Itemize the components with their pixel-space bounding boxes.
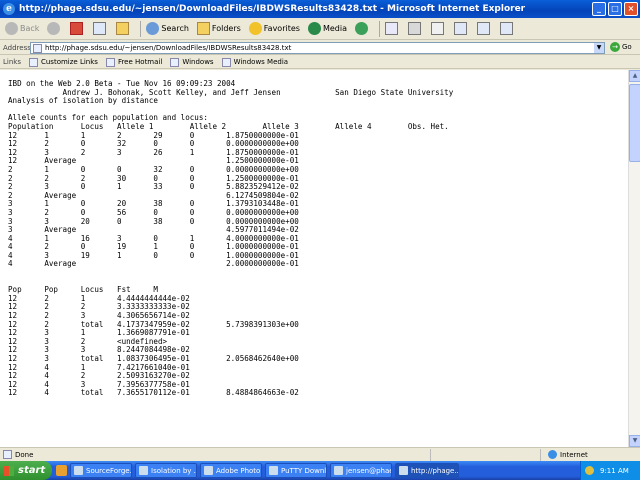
quick-launch-icon[interactable]: [56, 465, 67, 476]
window-icon: [269, 466, 278, 475]
task-sourceforge[interactable]: SourceForge...: [70, 463, 132, 478]
windows-flag-icon: [4, 465, 14, 476]
window-icon: [74, 466, 83, 475]
window-icon: [204, 466, 213, 475]
task-jensen-terminal[interactable]: jensen@phae...: [330, 463, 392, 478]
window-title: http://phage.sdsu.edu/~jensen/DownloadFi…: [19, 4, 526, 14]
folders-button[interactable]: Folders: [195, 20, 243, 38]
task-isolation[interactable]: Isolation by ...: [135, 463, 197, 478]
discuss-icon: [453, 22, 467, 35]
media-button[interactable]: Media: [306, 20, 349, 38]
address-input[interactable]: http://phage.sdsu.edu/~jensen/DownloadFi…: [30, 42, 605, 54]
text-line: 4 Average 2.0000000000e-01: [8, 259, 299, 269]
home-icon: [116, 22, 130, 35]
address-bar: Address http://phage.sdsu.edu/~jensen/Do…: [0, 41, 640, 55]
quick-launch: [56, 465, 67, 476]
status-divider: [430, 449, 431, 461]
text-line: 12 4 total 7.3655170112e-01 8.4884864663…: [8, 388, 299, 398]
task-putty-download[interactable]: PuTTY Downl...: [265, 463, 327, 478]
system-tray: 9:11 AM: [580, 461, 640, 480]
history-icon: [354, 22, 368, 35]
chevron-down-icon[interactable]: ▼: [594, 43, 604, 53]
link-windows-media[interactable]: Windows Media: [221, 57, 288, 67]
stop-icon: [70, 22, 84, 35]
print-button[interactable]: [406, 20, 425, 38]
history-button[interactable]: [353, 20, 372, 38]
tray-icon[interactable]: [585, 466, 594, 475]
links-label: Links: [3, 58, 21, 66]
page-icon: [105, 57, 115, 67]
status-text: Done: [15, 450, 34, 459]
maximize-button[interactable]: □: [608, 2, 622, 16]
scroll-up-icon[interactable]: ▲: [629, 70, 640, 82]
minimize-button[interactable]: _: [592, 2, 606, 16]
page-icon: [3, 450, 12, 459]
clock: 9:11 AM: [600, 466, 629, 475]
toolbar: Back Search Folders Favorites Media: [0, 18, 640, 40]
address-url: http://phage.sdsu.edu/~jensen/DownloadFi…: [45, 44, 292, 52]
messenger-icon: [476, 22, 490, 35]
page-icon: [170, 57, 180, 67]
text-line: Analysis of isolation by distance: [8, 96, 158, 106]
discuss-button[interactable]: [452, 20, 471, 38]
forward-arrow-icon: [47, 22, 61, 35]
results-text: IBD on the Web 2.0 Beta - Tue Nov 16 09:…: [0, 70, 628, 398]
research-icon: [499, 22, 513, 35]
close-button[interactable]: ×: [624, 2, 638, 16]
page-content[interactable]: IBD on the Web 2.0 Beta - Tue Nov 16 09:…: [0, 70, 628, 447]
search-icon: [146, 22, 160, 35]
scroll-down-icon[interactable]: ▼: [629, 435, 640, 447]
security-zone: Internet: [548, 450, 588, 459]
task-ie-phage[interactable]: http://phage....: [395, 463, 459, 478]
mail-button[interactable]: [383, 20, 402, 38]
task-adobe-photoshop[interactable]: Adobe Photo...: [200, 463, 262, 478]
toolbar-divider: [140, 20, 142, 37]
favorites-button[interactable]: Favorites: [247, 20, 302, 38]
refresh-button[interactable]: [91, 20, 110, 38]
folder-icon: [196, 22, 210, 35]
toolbar-divider: [378, 20, 380, 37]
go-button[interactable]: → Go: [610, 42, 632, 52]
go-arrow-icon: →: [610, 42, 620, 52]
link-customize-links[interactable]: Customize Links: [28, 57, 98, 67]
research-button[interactable]: [498, 20, 517, 38]
search-button[interactable]: Search: [144, 20, 190, 38]
page-icon: [28, 57, 38, 67]
vertical-scrollbar[interactable]: ▲ ▼: [628, 70, 640, 447]
edit-icon: [430, 22, 444, 35]
back-button[interactable]: Back: [3, 20, 41, 38]
window-icon: [399, 466, 408, 475]
scroll-thumb[interactable]: [629, 84, 640, 162]
refresh-icon: [93, 22, 107, 35]
title-bar[interactable]: e http://phage.sdsu.edu/~jensen/Download…: [0, 0, 640, 18]
star-icon: [248, 22, 262, 35]
taskbar: start SourceForge... Isolation by ... Ad…: [0, 461, 640, 480]
back-arrow-icon: [5, 22, 18, 35]
printer-icon: [407, 22, 421, 35]
page-icon: [33, 43, 42, 53]
globe-icon: [548, 450, 557, 459]
link-windows[interactable]: Windows: [170, 57, 214, 67]
forward-button[interactable]: [45, 20, 64, 38]
status-divider: [540, 449, 541, 461]
home-button[interactable]: [114, 20, 133, 38]
stop-button[interactable]: [68, 20, 87, 38]
status-bar: Done Internet: [0, 447, 640, 461]
edit-button[interactable]: [429, 20, 448, 38]
link-free-hotmail[interactable]: Free Hotmail: [105, 57, 162, 67]
messenger-button[interactable]: [475, 20, 494, 38]
start-button[interactable]: start: [0, 461, 52, 480]
links-bar: Links Customize Links Free Hotmail Windo…: [0, 56, 640, 69]
mail-icon: [384, 22, 398, 35]
window-icon: [139, 466, 148, 475]
window-icon: [334, 466, 343, 475]
address-label: Address: [3, 43, 31, 52]
media-icon: [307, 22, 321, 35]
ie-logo-icon: e: [3, 3, 15, 15]
page-icon: [221, 57, 231, 67]
